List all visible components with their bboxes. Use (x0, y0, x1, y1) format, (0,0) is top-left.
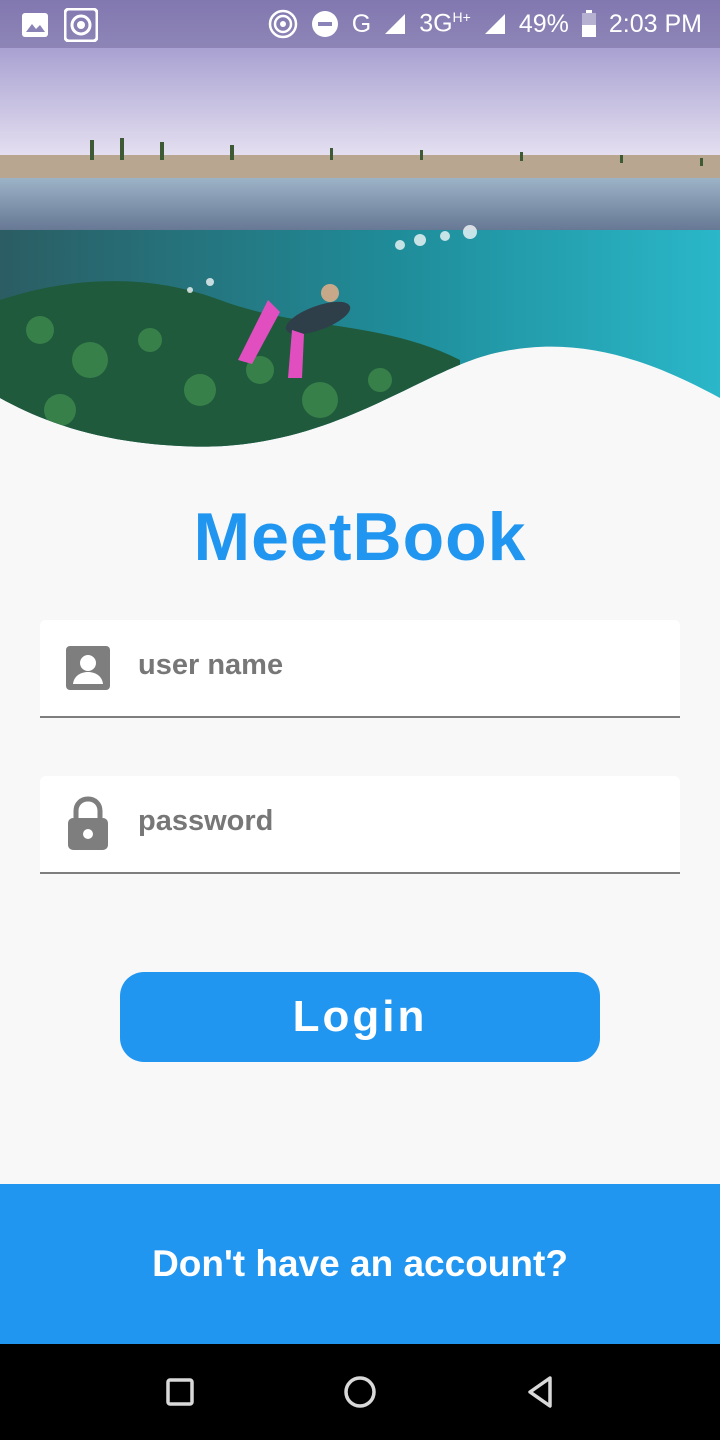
account-box-icon (64, 644, 112, 692)
username-field[interactable] (40, 620, 680, 718)
password-field[interactable] (40, 776, 680, 874)
navigation-bar (0, 1344, 720, 1440)
battery-icon (581, 10, 597, 38)
lock-icon (64, 796, 112, 850)
login-button[interactable]: Login (120, 972, 600, 1062)
gallery-icon (20, 10, 50, 40)
signal-icon (383, 12, 407, 36)
battery-percent: 49% (518, 9, 569, 38)
hotspot-icon (268, 9, 298, 39)
network-3g-label: 3GH+ (419, 9, 471, 38)
dnd-icon (310, 9, 340, 39)
back-icon[interactable] (520, 1372, 560, 1412)
signup-text: Don't have an account? (152, 1243, 568, 1284)
signup-link[interactable]: Don't have an account? (0, 1184, 720, 1344)
app-title: MeetBook (193, 499, 527, 575)
home-icon[interactable] (340, 1372, 380, 1412)
record-icon (64, 8, 98, 42)
signal-icon-2 (483, 12, 507, 36)
hero-image (0, 0, 720, 460)
username-input[interactable] (136, 640, 660, 690)
status-bar: G 3GH+ 49% 2:03 PM (0, 0, 720, 48)
recents-icon[interactable] (160, 1372, 200, 1412)
network-g-label: G (351, 9, 372, 38)
clock: 2:03 PM (608, 9, 702, 38)
password-input[interactable] (136, 796, 660, 846)
